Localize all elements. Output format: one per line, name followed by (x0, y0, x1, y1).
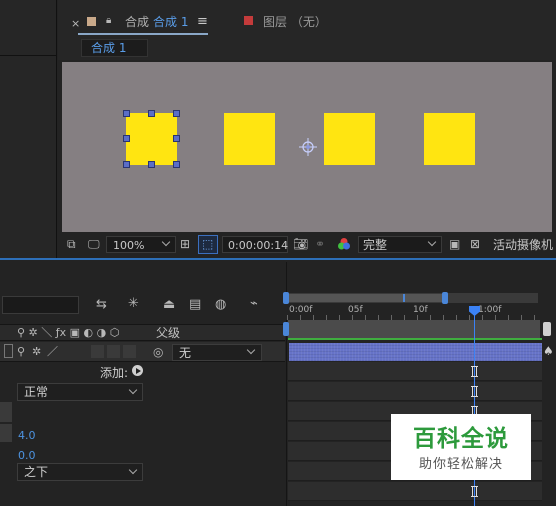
camera-snapshot-icon[interactable]: 📷︎ (293, 238, 308, 250)
yellow-square-3[interactable] (324, 113, 375, 165)
comp-tab-name[interactable]: 合成 1 (153, 16, 188, 28)
toggle-grid-icon[interactable]: ⊠ (470, 238, 480, 250)
anchor-point-icon[interactable] (299, 138, 317, 156)
frame-blending-icon[interactable]: ▤ (189, 298, 201, 311)
quality-switch-icon[interactable]: ／ (47, 346, 58, 357)
mask-visibility-icon: ⬚ (202, 237, 214, 251)
lock-icon[interactable]: 🔒︎ (106, 16, 111, 26)
work-area-bar[interactable] (288, 320, 540, 338)
transform-handle[interactable] (123, 110, 130, 117)
render-cache-line (288, 338, 542, 340)
transform-handle[interactable] (148, 161, 155, 168)
time-navigator-range[interactable] (286, 294, 444, 302)
property-value-b[interactable]: 0.0 (18, 450, 36, 461)
yellow-square-2[interactable] (224, 113, 275, 165)
property-indent-marker (0, 424, 12, 442)
property-track (288, 382, 542, 401)
keyframe-marker[interactable] (471, 486, 478, 497)
fx-switch[interactable] (91, 345, 104, 358)
graph-editor-icon[interactable]: ⌁ (250, 297, 258, 310)
motion-blur-icon[interactable]: ◍ (215, 298, 226, 311)
shy-switch-icon[interactable]: ⚲ (17, 346, 25, 357)
shy-layers-icon[interactable]: ⏏ (163, 298, 175, 311)
property-value-a[interactable]: 4.0 (18, 430, 36, 441)
resolution-value: 完整 (363, 238, 388, 252)
composition-viewer[interactable] (62, 62, 552, 232)
keyframe-marker[interactable] (471, 366, 478, 377)
draft-3d-icon[interactable]: ✳ (128, 297, 139, 310)
ruler-label: 0:00f (289, 305, 313, 315)
keyframe-marker[interactable] (471, 386, 478, 397)
play-triangle-icon (136, 368, 141, 374)
layer-panel-tab[interactable]: 图层 （无） (263, 16, 327, 28)
property-track (288, 362, 542, 381)
comp-subtab-label[interactable]: 合成 1 (91, 42, 126, 54)
watermark-subtitle: 助你轻松解决 (418, 457, 503, 472)
project-divider (0, 55, 57, 56)
below-mode-value: 之下 (24, 465, 49, 479)
project-panel (0, 0, 57, 258)
layer-duration-bar[interactable] (289, 343, 542, 361)
zoom-value: 100% (113, 239, 145, 252)
transform-handle[interactable] (173, 161, 180, 168)
show-snapshot-icon[interactable]: ⚭ (315, 238, 325, 250)
pick-whip-icon[interactable]: ◎ (153, 346, 163, 358)
fast-preview-icon[interactable]: ▣ (449, 238, 460, 250)
region-of-interest-icon[interactable]: ⊞ (180, 238, 190, 250)
transform-handle[interactable] (173, 110, 180, 117)
work-area-start-handle[interactable] (283, 322, 289, 336)
yellow-square-4[interactable] (424, 113, 475, 165)
add-property-label[interactable]: 添加: (100, 367, 128, 379)
property-indent-marker (0, 402, 12, 422)
ruler-label: 05f (348, 305, 363, 315)
blend-mode-value: 正常 (24, 385, 49, 399)
current-timecode: 0:00:00:14 (228, 239, 289, 252)
navigator-start-handle[interactable] (283, 292, 289, 304)
parent-value: 无 (179, 346, 192, 360)
collapse-switch-icon[interactable]: ✲ (32, 346, 41, 357)
layer-out-point-icon[interactable]: ♠ (543, 345, 554, 357)
always-preview-icon[interactable]: ⧉ (67, 238, 76, 250)
yellow-square-1[interactable] (126, 113, 177, 165)
comp-color-icon (87, 17, 96, 26)
active-camera-dropdown[interactable]: 活动摄像机 (493, 239, 553, 251)
parent-column-header: 父级 (156, 326, 181, 340)
active-tab-underline (78, 33, 208, 35)
close-tab-icon[interactable]: × (71, 18, 80, 29)
column-switches-icons: ⚲ ✲ ＼ ƒx ▣ ◐ ◑ ⬡ (17, 326, 120, 339)
transform-handle[interactable] (173, 135, 180, 142)
transform-handle[interactable] (123, 161, 130, 168)
property-track (288, 482, 542, 501)
comp-flowchart-icon[interactable]: ⇆ (96, 298, 107, 311)
navigator-marker (403, 294, 405, 302)
monitor-icon[interactable]: 🖵︎ (88, 238, 100, 250)
frame-blend-switch[interactable] (107, 345, 120, 358)
watermark-logo: 百科全说 助你轻松解决 (391, 414, 531, 480)
panel-menu-icon[interactable]: ≡ (197, 15, 208, 28)
transform-handle[interactable] (123, 135, 130, 142)
navigator-end-handle[interactable] (442, 292, 448, 304)
channel-rgb-icon[interactable] (337, 237, 351, 251)
layer-color-icon (244, 16, 253, 25)
transform-handle[interactable] (148, 110, 155, 117)
motion-blur-switch[interactable] (123, 345, 136, 358)
watermark-title: 百科全说 (413, 426, 509, 452)
comp-tab-prefix[interactable]: 合成 (125, 16, 149, 28)
timeline-search-input[interactable] (2, 296, 79, 314)
ruler-label: 10f (413, 305, 428, 315)
layer-color-label[interactable] (4, 344, 13, 358)
work-area-end-handle[interactable] (543, 322, 551, 336)
ruler-label: 1:00f (478, 305, 502, 315)
